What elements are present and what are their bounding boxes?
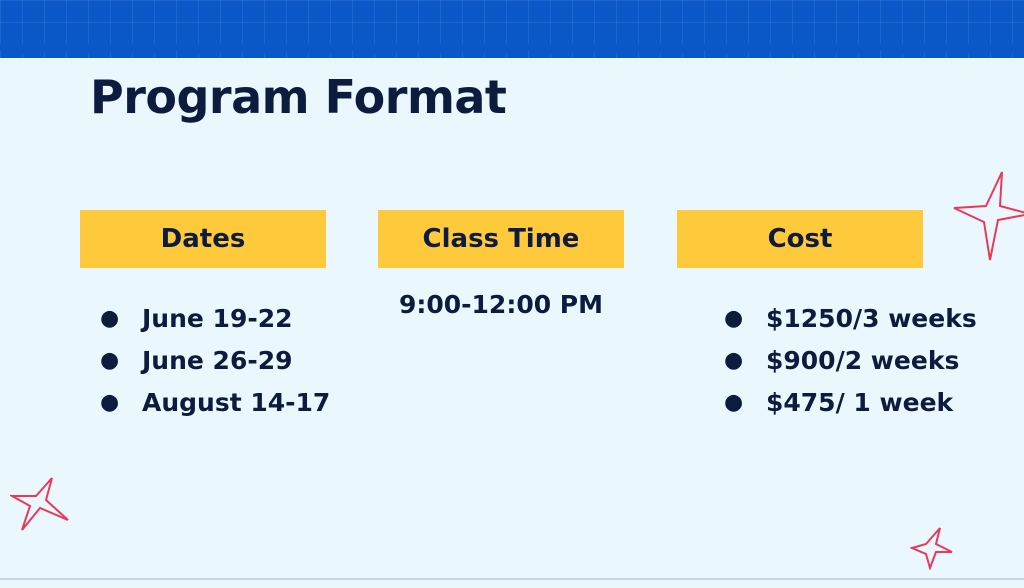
bullet-icon: ● (100, 347, 120, 373)
list-item: ● $1250/3 weeks (724, 297, 977, 339)
cost-list: ● $1250/3 weeks ● $900/2 weeks ● $475/ 1… (724, 297, 977, 423)
date-item: June 26-29 (142, 345, 293, 375)
bullet-icon: ● (724, 389, 744, 415)
slide: Program Format Dates ● June 19-22 ● June… (0, 0, 1024, 588)
class-time-value: 9:00-12:00 PM (398, 290, 604, 319)
cost-item: $900/2 weeks (766, 345, 960, 375)
star-icon (910, 527, 953, 570)
bullet-icon: ● (100, 389, 120, 415)
date-item: June 19-22 (142, 303, 293, 333)
class-time-header: Class Time (378, 210, 624, 268)
list-item: ● June 26-29 (100, 339, 330, 381)
bullet-icon: ● (724, 305, 744, 331)
dates-header: Dates (80, 210, 326, 268)
list-item: ● August 14-17 (100, 381, 330, 423)
bullet-icon: ● (100, 305, 120, 331)
star-icon (10, 477, 69, 531)
star-icon (953, 171, 1024, 261)
cost-item: $1250/3 weeks (766, 303, 977, 333)
cost-item: $475/ 1 week (766, 387, 954, 417)
list-item: ● $900/2 weeks (724, 339, 977, 381)
bullet-icon: ● (724, 347, 744, 373)
scalloped-edge (0, 44, 1024, 54)
list-item: ● June 19-22 (100, 297, 330, 339)
date-item: August 14-17 (142, 387, 331, 417)
cost-header: Cost (677, 210, 923, 268)
list-item: ● $475/ 1 week (724, 381, 977, 423)
bottom-divider (0, 578, 1024, 580)
dates-list: ● June 19-22 ● June 26-29 ● August 14-17 (100, 297, 330, 423)
page-title: Program Format (90, 70, 507, 124)
